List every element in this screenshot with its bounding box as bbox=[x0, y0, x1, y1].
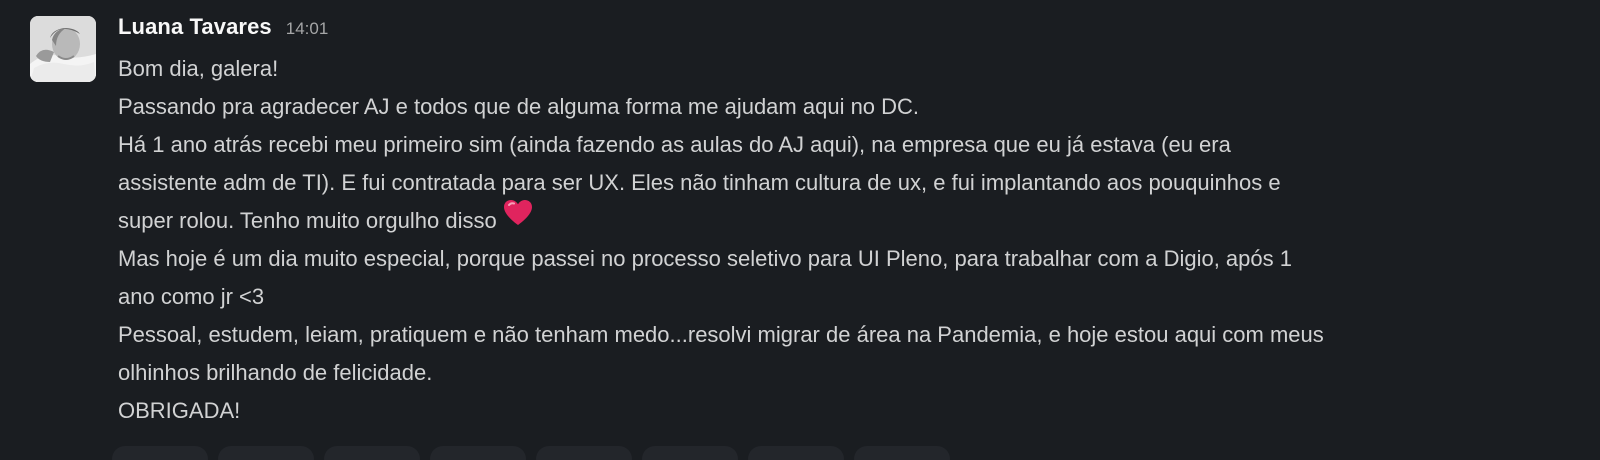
message-line-text: super rolou. Tenho muito orgulho disso bbox=[118, 208, 497, 233]
message-content: Luana Tavares 14:01 Bom dia, galera! Pas… bbox=[118, 14, 1568, 430]
message-body: Bom dia, galera! Passando pra agradecer … bbox=[118, 50, 1568, 430]
heart-emoji-icon[interactable] bbox=[503, 199, 533, 239]
message-line: olhinhos brilhando de felicidade. bbox=[118, 360, 433, 385]
message-line: Há 1 ano atrás recebi meu primeiro sim (… bbox=[118, 132, 1231, 157]
reaction-pill[interactable] bbox=[430, 446, 526, 460]
message-line: Bom dia, galera! bbox=[118, 56, 279, 81]
message-line: assistente adm de TI). E fui contratada … bbox=[118, 170, 1281, 195]
reaction-pill[interactable] bbox=[748, 446, 844, 460]
message-line: Pessoal, estudem, leiam, pratiquem e não… bbox=[118, 322, 1324, 347]
reaction-pill[interactable] bbox=[854, 446, 950, 460]
message-line: OBRIGADA! bbox=[118, 398, 241, 423]
message-line: ano como jr <3 bbox=[118, 284, 265, 309]
message-line-with-emoji: super rolou. Tenho muito orgulho disso bbox=[118, 199, 1568, 240]
message-line: Passando pra agradecer AJ e todos que de… bbox=[118, 94, 920, 119]
message-header: Luana Tavares 14:01 bbox=[118, 14, 1568, 44]
avatar[interactable] bbox=[30, 16, 96, 82]
reaction-pill[interactable] bbox=[112, 446, 208, 460]
avatar-photo-icon bbox=[30, 16, 96, 82]
reaction-pill[interactable] bbox=[536, 446, 632, 460]
reaction-pill[interactable] bbox=[218, 446, 314, 460]
message-line: Mas hoje é um dia muito especial, porque… bbox=[118, 246, 1292, 271]
chat-message: Luana Tavares 14:01 Bom dia, galera! Pas… bbox=[0, 0, 1600, 460]
reaction-pill[interactable] bbox=[324, 446, 420, 460]
reaction-pill[interactable] bbox=[642, 446, 738, 460]
message-timestamp[interactable]: 14:01 bbox=[286, 19, 329, 39]
reactions-bar bbox=[112, 446, 950, 460]
author-name[interactable]: Luana Tavares bbox=[118, 14, 272, 40]
